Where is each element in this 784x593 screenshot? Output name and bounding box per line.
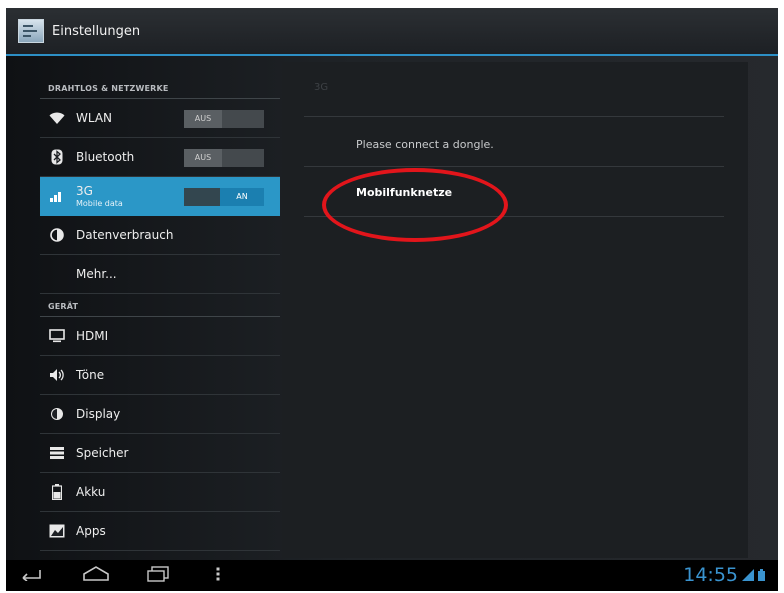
settings-item-battery[interactable]: Akku <box>40 473 280 512</box>
settings-item-label: Display <box>76 407 121 421</box>
settings-item-label: Bluetooth <box>76 150 135 164</box>
wifi-icon <box>48 109 66 127</box>
home-icon[interactable] <box>82 566 110 586</box>
back-icon[interactable] <box>20 566 42 585</box>
brightness-icon <box>48 405 66 423</box>
settings-content: DRAHTLOS & NETZWERKE WLAN AUS Bluetooth … <box>6 56 778 560</box>
toggle-state: AUS <box>184 149 222 167</box>
section-header-wireless: DRAHTLOS & NETZWERKE <box>40 76 280 99</box>
mobile-data-toggle[interactable]: AN <box>184 188 264 206</box>
battery-icon <box>48 483 66 501</box>
settings-item-label: Datenverbrauch <box>76 228 174 242</box>
detail-title: 3G <box>314 82 329 93</box>
settings-item-label: Speicher <box>76 446 129 460</box>
divider <box>304 116 724 117</box>
settings-app-icon[interactable] <box>18 19 44 43</box>
settings-item-more[interactable]: Mehr... <box>40 255 280 294</box>
settings-item-label: Akku <box>76 485 106 499</box>
settings-item-bluetooth[interactable]: Bluetooth AUS <box>40 138 280 177</box>
speaker-icon <box>48 366 66 384</box>
settings-item-label: HDMI <box>76 329 109 343</box>
settings-item-wlan[interactable]: WLAN AUS <box>40 99 280 138</box>
bluetooth-toggle[interactable]: AUS <box>184 149 264 167</box>
settings-item-data-usage[interactable]: Datenverbrauch <box>40 216 280 255</box>
signal-battery-icon <box>742 568 772 585</box>
section-header-device: GERÄT <box>40 294 280 317</box>
toggle-state: AN <box>220 188 264 206</box>
monitor-icon <box>48 327 66 345</box>
settings-item-label: Apps <box>76 524 106 538</box>
status-clock: 14:55 <box>683 564 738 586</box>
tablet-screen: Einstellungen DRAHTLOS & NETZWERKE WLAN … <box>6 8 778 591</box>
settings-item-storage[interactable]: Speicher <box>40 434 280 473</box>
toggle-state: AUS <box>184 110 222 128</box>
action-bar: Einstellungen <box>6 8 778 56</box>
section-header-user: NUTZER <box>40 551 280 560</box>
storage-icon <box>48 444 66 462</box>
settings-item-display[interactable]: Display <box>40 395 280 434</box>
settings-item-sound[interactable]: Töne <box>40 356 280 395</box>
settings-item-label: 3G <box>76 184 93 198</box>
settings-item-label: Mehr... <box>76 267 117 281</box>
detail-pane: 3G Please connect a dongle. Mobilfunknet… <box>282 62 748 558</box>
apps-icon <box>48 522 66 540</box>
settings-item-label: WLAN <box>76 111 113 125</box>
bluetooth-icon <box>48 148 66 166</box>
recent-apps-icon[interactable] <box>146 566 170 586</box>
settings-item-hdmi[interactable]: HDMI <box>40 317 280 356</box>
dongle-message: Please connect a dongle. <box>356 138 494 151</box>
menu-icon[interactable] <box>216 566 220 585</box>
red-highlight-circle <box>322 168 508 242</box>
data-usage-icon <box>48 226 66 244</box>
settings-item-label: Töne <box>76 368 105 382</box>
app-title: Einstellungen <box>52 23 141 39</box>
navigation-bar: 14:55 <box>6 560 778 591</box>
settings-list: DRAHTLOS & NETZWERKE WLAN AUS Bluetooth … <box>40 74 280 560</box>
settings-item-sublabel: Mobile data <box>76 199 123 208</box>
settings-item-apps[interactable]: Apps <box>40 512 280 551</box>
wlan-toggle[interactable]: AUS <box>184 110 264 128</box>
divider <box>304 166 724 167</box>
signal-icon <box>48 187 66 205</box>
settings-item-mobile-data[interactable]: 3G Mobile data AN <box>40 177 280 216</box>
